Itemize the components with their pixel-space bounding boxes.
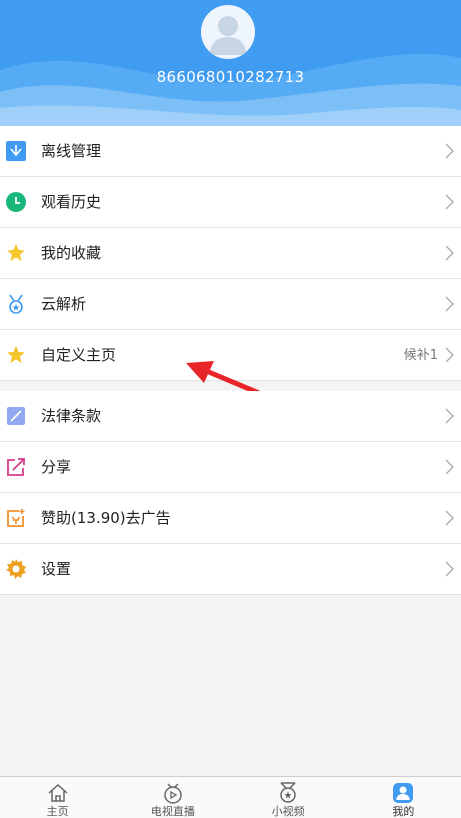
chevron-right-icon bbox=[445, 296, 454, 312]
star-icon bbox=[7, 346, 25, 363]
menu-item-label: 法律条款 bbox=[41, 407, 102, 425]
menu-item-favorites[interactable]: 我的收藏 bbox=[0, 228, 461, 279]
document-icon bbox=[7, 407, 25, 425]
menu-item-cloud-parse[interactable]: 云解析 bbox=[0, 279, 461, 330]
chevron-right-icon bbox=[445, 561, 454, 577]
menu-item-label: 设置 bbox=[41, 560, 72, 578]
profile-icon bbox=[393, 783, 414, 803]
bottom-tab-bar: 主页 电视直播 小视频 我的 bbox=[0, 776, 461, 818]
menu-item-offline[interactable]: 离线管理 bbox=[0, 126, 461, 177]
tab-home[interactable]: 主页 bbox=[0, 777, 115, 818]
menu-item-label: 我的收藏 bbox=[41, 244, 102, 262]
medal-icon bbox=[9, 294, 23, 314]
share-icon bbox=[7, 458, 25, 476]
tab-short-video[interactable]: 小视频 bbox=[231, 777, 346, 818]
tv-live-icon bbox=[164, 783, 182, 804]
home-icon bbox=[48, 783, 68, 802]
profile-header: 866068010282713 bbox=[0, 0, 461, 126]
star-icon bbox=[7, 244, 25, 261]
chevron-right-icon bbox=[445, 194, 454, 210]
chevron-right-icon bbox=[445, 510, 454, 526]
menu-item-settings[interactable]: 设置 bbox=[0, 544, 461, 595]
menu-item-label: 分享 bbox=[41, 458, 72, 476]
tab-mine[interactable]: 我的 bbox=[346, 777, 461, 818]
chevron-right-icon bbox=[445, 347, 454, 363]
tab-label: 主页 bbox=[46, 805, 69, 818]
tab-tv-live[interactable]: 电视直播 bbox=[115, 777, 230, 818]
menu-item-sponsor[interactable]: 赞助(13.90)去广告 bbox=[0, 493, 461, 544]
menu-item-legal[interactable]: 法律条款 bbox=[0, 391, 461, 442]
gear-icon bbox=[6, 559, 26, 579]
short-video-icon bbox=[280, 782, 296, 803]
avatar-person-icon bbox=[209, 16, 247, 55]
offline-download-icon bbox=[6, 141, 26, 161]
menu-group-primary: 离线管理 观看历史 我的收藏 云解析 自定义主页 候补1 bbox=[0, 126, 461, 381]
profile-page: 866068010282713 离线管理 观看历史 我的收藏 云解析 自定义主页… bbox=[0, 0, 461, 818]
sponsor-icon bbox=[7, 509, 25, 527]
avatar[interactable] bbox=[201, 5, 255, 59]
menu-item-label: 观看历史 bbox=[41, 193, 102, 211]
tab-label: 我的 bbox=[392, 805, 415, 818]
menu-group-secondary: 法律条款 分享 赞助(13.90)去广告 设置 bbox=[0, 391, 461, 595]
chevron-right-icon bbox=[445, 143, 454, 159]
menu-item-share[interactable]: 分享 bbox=[0, 442, 461, 493]
menu-item-label: 赞助(13.90)去广告 bbox=[41, 509, 171, 527]
clock-icon bbox=[6, 192, 26, 212]
custom-home-value: 候补1 bbox=[403, 348, 438, 363]
chevron-right-icon bbox=[445, 245, 454, 261]
menu-item-history[interactable]: 观看历史 bbox=[0, 177, 461, 228]
menu-item-label: 云解析 bbox=[41, 295, 87, 313]
chevron-right-icon bbox=[445, 459, 454, 475]
user-id: 866068010282713 bbox=[156, 68, 305, 86]
tab-label: 小视频 bbox=[271, 805, 305, 818]
chevron-right-icon bbox=[445, 408, 454, 424]
menu-item-label: 自定义主页 bbox=[41, 346, 117, 364]
menu-item-label: 离线管理 bbox=[41, 142, 102, 160]
tab-label: 电视直播 bbox=[150, 805, 195, 818]
